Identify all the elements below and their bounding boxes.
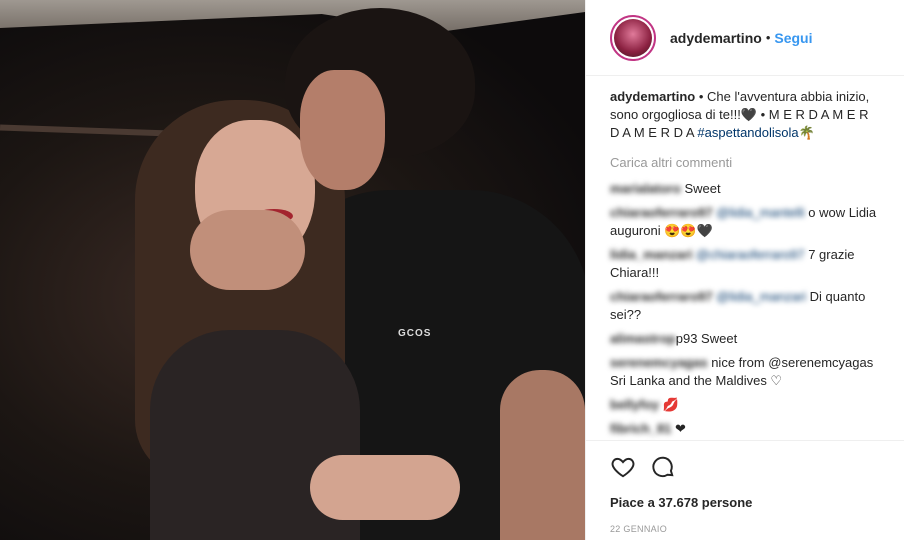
man-face	[300, 70, 385, 190]
author-username[interactable]: adydemartino	[670, 30, 762, 46]
comment-item: chiaraoferraro97 @lidia_mantelli o wow L…	[610, 204, 880, 240]
comment-icon[interactable]	[650, 454, 676, 480]
comment-username[interactable]: serenemcyagas	[610, 355, 708, 370]
comment-item: fibrich_81 ❤	[610, 420, 880, 438]
post-photo[interactable]: GCOS	[0, 0, 585, 540]
instagram-post: GCOS adydemartino • Segui adydemartino •…	[0, 0, 904, 540]
black-heart-emoji: 🖤	[740, 107, 757, 122]
load-more-comments-button[interactable]: Carica altri commenti	[610, 154, 880, 172]
comment-text: Sweet	[684, 181, 721, 196]
comment-mention[interactable]: @lidia_mantelli	[716, 205, 804, 220]
comment-username[interactable]: marialatoro	[610, 181, 681, 196]
comment-mention[interactable]: @lidia_manzari	[716, 289, 806, 304]
likes-count[interactable]: Piace a 37.678 persone	[610, 495, 880, 510]
palm-emoji: 🌴	[798, 125, 815, 140]
comment-text: ❤	[675, 421, 686, 436]
comment-item: lidia_manzari @chiaraoferraro97 7 grazie…	[610, 246, 880, 282]
comment-item: marialatoro Sweet	[610, 180, 880, 198]
separator-dot: •	[765, 30, 771, 45]
post-header: adydemartino • Segui	[586, 0, 904, 76]
hashtag-link[interactable]: #aspettandolisola	[697, 125, 798, 140]
comment-text: p93 Sweet	[675, 331, 738, 346]
follow-button[interactable]: Segui	[774, 30, 812, 46]
comment-item: bellyfoy 💋	[610, 396, 880, 414]
man-tattooed-arm	[500, 370, 585, 540]
comment-item: chiaraoferraro97 @lidia_manzari Di quant…	[610, 288, 880, 324]
comment-text: 💋	[662, 397, 679, 412]
comment-username[interactable]: chiaraoferraro97	[610, 289, 713, 304]
post-date[interactable]: 22 GENNAIO	[610, 524, 880, 534]
comment-username[interactable]: fibrich_81	[610, 421, 671, 436]
comment-username[interactable]: chiaraoferraro97	[610, 205, 713, 220]
tent-canopy	[0, 0, 585, 32]
caption: adydemartino • Che l'avventura abbia ini…	[610, 88, 880, 142]
comments-list[interactable]: adydemartino • Che l'avventura abbia ini…	[586, 76, 904, 440]
shirt-logo: GCOS	[398, 328, 432, 339]
woman-hand	[310, 455, 460, 520]
comment-username[interactable]: bellyfoy	[610, 397, 659, 412]
avatar[interactable]	[610, 14, 656, 61]
comment-item: alimastropp93 Sweet	[610, 330, 880, 348]
post-actions: Piace a 37.678 persone 22 GENNAIO	[586, 440, 904, 540]
post-sidebar: adydemartino • Segui adydemartino • Che …	[585, 0, 904, 540]
comment-username[interactable]: alimastrop	[610, 331, 676, 346]
man-hand	[190, 210, 305, 290]
comment-username[interactable]: lidia_manzari	[610, 247, 692, 262]
comment-mention[interactable]: @chiaraoferraro97	[696, 247, 805, 262]
action-icons	[610, 451, 880, 483]
comment-item: serenemcyagas nice from @serenemcyagas S…	[610, 354, 880, 390]
heart-icon[interactable]	[610, 454, 636, 480]
caption-username[interactable]: adydemartino	[610, 89, 695, 104]
